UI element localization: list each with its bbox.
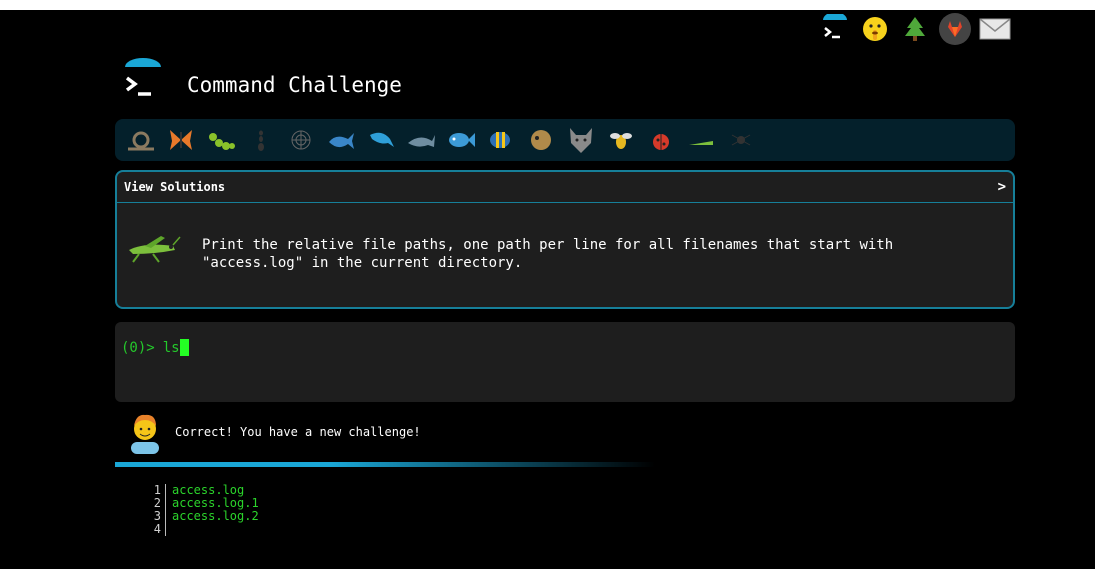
- dolphin-icon[interactable]: [361, 124, 401, 156]
- spider-icon[interactable]: [721, 124, 761, 156]
- browser-top-strip: [0, 0, 1095, 10]
- butterfly-icon[interactable]: [161, 124, 201, 156]
- tropical-fish-icon[interactable]: [481, 124, 521, 156]
- top-icon-bar: [818, 12, 1012, 46]
- terminal-command-input[interactable]: ls: [163, 340, 180, 356]
- line-number: 3: [140, 510, 166, 523]
- snail-icon[interactable]: [121, 124, 161, 156]
- whale-icon[interactable]: [321, 124, 361, 156]
- terminal-line[interactable]: (0)> ls: [121, 339, 189, 356]
- output-line: 4: [140, 523, 259, 536]
- view-solutions-label: View Solutions: [124, 180, 226, 194]
- challenge-panel: View Solutions > Print the relative file…: [115, 170, 1015, 309]
- tree-icon[interactable]: [898, 12, 932, 46]
- grasshopper-icon: [125, 232, 181, 266]
- ladybug-icon[interactable]: [641, 124, 681, 156]
- line-number: 4: [140, 523, 166, 536]
- spider-web-icon[interactable]: [281, 124, 321, 156]
- gitlab-icon[interactable]: [938, 12, 972, 46]
- terminal-input-area[interactable]: (0)> ls: [115, 322, 1015, 402]
- command-output: 1 access.log 2 access.log.1 3 access.log…: [140, 484, 259, 536]
- bee-icon[interactable]: [601, 124, 641, 156]
- mail-icon[interactable]: [978, 12, 1012, 46]
- line-number: 2: [140, 497, 166, 510]
- shush-emoji-icon[interactable]: [858, 12, 892, 46]
- feedback-message: Correct! You have a new challenge!: [175, 425, 421, 439]
- view-solutions-toggle[interactable]: View Solutions >: [117, 172, 1013, 203]
- chevron-right-icon: >: [997, 179, 1006, 195]
- caterpillar-icon[interactable]: [201, 124, 241, 156]
- blowfish-icon[interactable]: [521, 124, 561, 156]
- avatar: [126, 412, 164, 454]
- ant-icon[interactable]: [241, 124, 281, 156]
- challenge-description: Print the relative file paths, one path …: [202, 237, 894, 271]
- dolphin-grey-icon[interactable]: [401, 124, 441, 156]
- challenge-progress-bar: [115, 119, 1015, 161]
- fish-icon[interactable]: [441, 124, 481, 156]
- line-number: 1: [140, 484, 166, 497]
- terminal-prompt: (0)>: [121, 339, 155, 356]
- app-logo-icon: [121, 58, 169, 100]
- wolf-icon[interactable]: [561, 124, 601, 156]
- terminal-cursor: [179, 339, 189, 356]
- divider-line: [115, 462, 655, 467]
- output-text: access.log.2: [172, 509, 259, 523]
- terminal-icon[interactable]: [818, 12, 852, 46]
- page-title: Command Challenge: [187, 73, 402, 97]
- grasshopper-small-icon[interactable]: [681, 124, 721, 156]
